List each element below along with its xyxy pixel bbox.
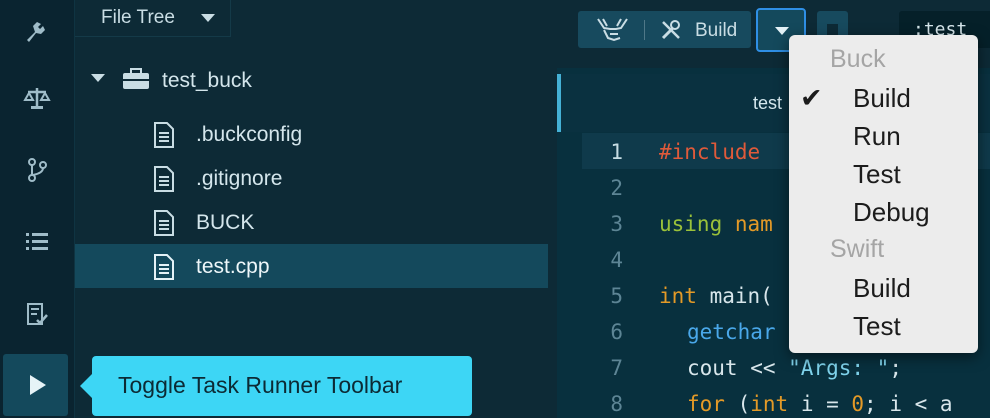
code-line-1[interactable]: #include [659,140,760,164]
tree-file-label: .buckconfig [196,123,303,146]
code-token: i = [788,392,852,416]
code-line-5[interactable]: int main( [659,284,773,308]
chevron-down-icon[interactable] [201,14,215,22]
tree-file-label: .gitignore [196,167,283,190]
code-token: ( [724,392,751,416]
code-token: nam [722,212,773,236]
tools-icon [661,20,680,40]
code-token: #include [659,140,761,164]
file-icon [154,122,174,148]
tree-root-label: test_buck [162,69,252,92]
chevron-down-icon [775,27,789,35]
code-token: int [750,392,789,416]
toggle-task-runner-button[interactable] [3,354,68,416]
tree-root-test-buck[interactable]: test_buck [75,58,548,102]
play-icon [29,375,46,395]
stop-icon [827,24,838,35]
tooltip: Toggle Task Runner Toolbar [80,356,472,416]
scales-icon [23,88,51,109]
build-button-label: Build [695,20,738,41]
code-token: for [687,392,725,416]
outline-icon[interactable] [0,209,74,273]
menu-item-buck-run[interactable]: Run [853,121,901,152]
nuclide-icon-graphic [27,22,45,42]
code-token: "Args: " [788,356,890,380]
code-token: ; i < a [864,392,953,416]
tooltip-text: Toggle Task Runner Toolbar [118,372,403,398]
toolbar-separator [644,20,645,40]
tree-file-buckconfig[interactable]: .buckconfig [75,112,548,156]
buck-icon [597,18,628,42]
briefcase-icon [123,68,149,89]
line-number: 6 [610,320,623,344]
code-line-8[interactable]: for (int i = 0; i < a [687,392,953,416]
line-number: 7 [610,356,623,380]
tree-file-label: BUCK [196,211,255,234]
checklist-icon [27,303,48,325]
menu-heading-buck: Buck [830,45,886,73]
source-control-icon[interactable] [0,138,74,202]
code-token: using [659,212,723,236]
tree-file-buck[interactable]: BUCK [75,200,548,244]
line-number: 4 [610,248,623,272]
list-icon [26,233,48,250]
tree-file-gitignore[interactable]: .gitignore [75,156,548,200]
code-token: int [659,284,697,308]
tree-file-test-cpp[interactable]: test.cpp [75,244,548,288]
code-token: cout << [687,356,789,380]
checkmark-icon: ✔ [800,83,823,113]
menu-item-swift-build[interactable]: Build [853,273,911,304]
code-line-3[interactable]: using nam [659,212,773,236]
branch-icon [28,158,47,182]
file-tree-header[interactable]: File Tree [75,0,231,37]
menu-item-buck-debug[interactable]: Debug [853,197,930,228]
line-number: 2 [610,176,623,200]
task-dropdown-menu: Buck ✔ Build Run Test Debug Swift Build … [789,35,978,353]
line-number: 5 [610,284,623,308]
file-icon [154,166,174,192]
code-line-7[interactable]: cout << "Args: "; [687,356,902,380]
menu-item-swift-test[interactable]: Test [853,311,901,342]
menu-heading-swift: Swift [830,235,885,263]
line-number: 1 [610,140,623,164]
file-tree-title: File Tree [101,7,175,28]
code-line-6[interactable]: getchar [687,320,776,344]
line-number: 3 [610,212,623,236]
task-runner-build-button[interactable]: Build [578,11,751,48]
tooltip-arrow [80,374,92,398]
code-token: getchar [687,320,776,344]
code-token: 0 [851,392,865,416]
menu-item-buck-build[interactable]: Build [853,83,911,114]
menu-item-buck-test[interactable]: Test [853,159,901,190]
line-number: 8 [610,392,623,416]
activity-bar [0,0,75,418]
test-runner-icon[interactable] [0,282,74,346]
tree-file-label: test.cpp [196,255,270,278]
diff-icon[interactable] [0,66,74,130]
code-token: ; [889,356,902,380]
file-icon [154,210,174,236]
expand-chevron-icon[interactable] [91,74,105,82]
code-token: main( [696,284,773,308]
file-icon [154,254,174,280]
editor-tab-title: test [753,93,783,113]
nuclide-icon[interactable] [0,0,74,64]
